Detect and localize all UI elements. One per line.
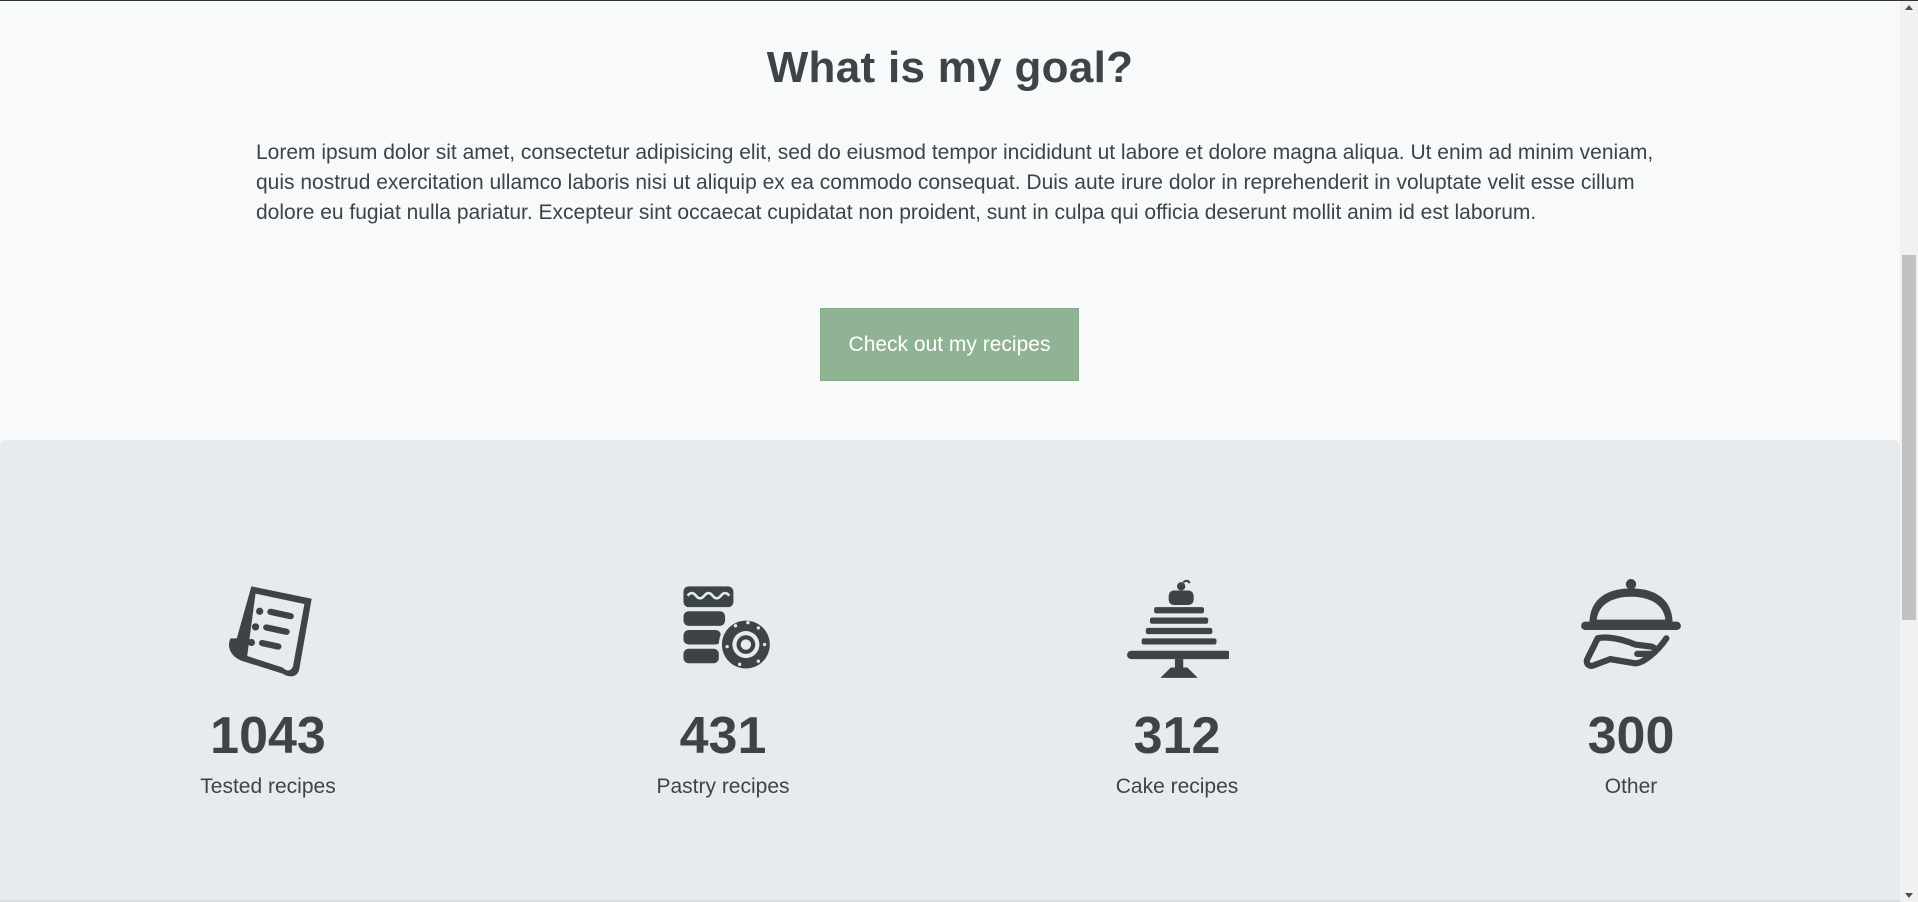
stat-value: 312 [1133, 707, 1221, 765]
stat-value: 1043 [210, 707, 326, 765]
stat-label: Other [1604, 775, 1658, 798]
stat-label: Tested recipes [200, 775, 336, 798]
stat-other: 300 Other [1481, 578, 1781, 800]
vertical-scrollbar[interactable] [1900, 1, 1918, 902]
stat-cake-recipes: 312 Cake recipes [1027, 578, 1327, 800]
scroll-down-arrow-icon[interactable] [1905, 893, 1913, 898]
stat-value: 300 [1587, 707, 1675, 765]
goal-section: What is my goal? Lorem ipsum dolor sit a… [0, 1, 1900, 441]
cake-icon [1127, 579, 1229, 678]
stat-pastry-recipes: 431 Pastry recipes [573, 578, 873, 800]
scrollbar-thumb[interactable] [1902, 255, 1916, 620]
recipe-scroll-icon [229, 586, 312, 677]
serving-cloche-icon [1581, 579, 1681, 669]
stat-label: Cake recipes [1115, 775, 1239, 798]
stat-value: 431 [679, 707, 767, 765]
stat-tested-recipes: 1043 Tested recipes [118, 578, 418, 800]
pastry-donut-icon [683, 586, 773, 672]
stats-section: 1043 Tested recipes 431 Pastry recipes 3… [0, 440, 1900, 902]
scroll-up-arrow-icon[interactable] [1905, 5, 1913, 10]
stat-label: Pastry recipes [656, 775, 790, 798]
goal-description: Lorem ipsum dolor sit amet, consectetur … [256, 141, 1654, 224]
goal-heading: What is my goal? [766, 43, 1134, 92]
check-out-recipes-button[interactable]: Check out my recipes [820, 308, 1079, 381]
